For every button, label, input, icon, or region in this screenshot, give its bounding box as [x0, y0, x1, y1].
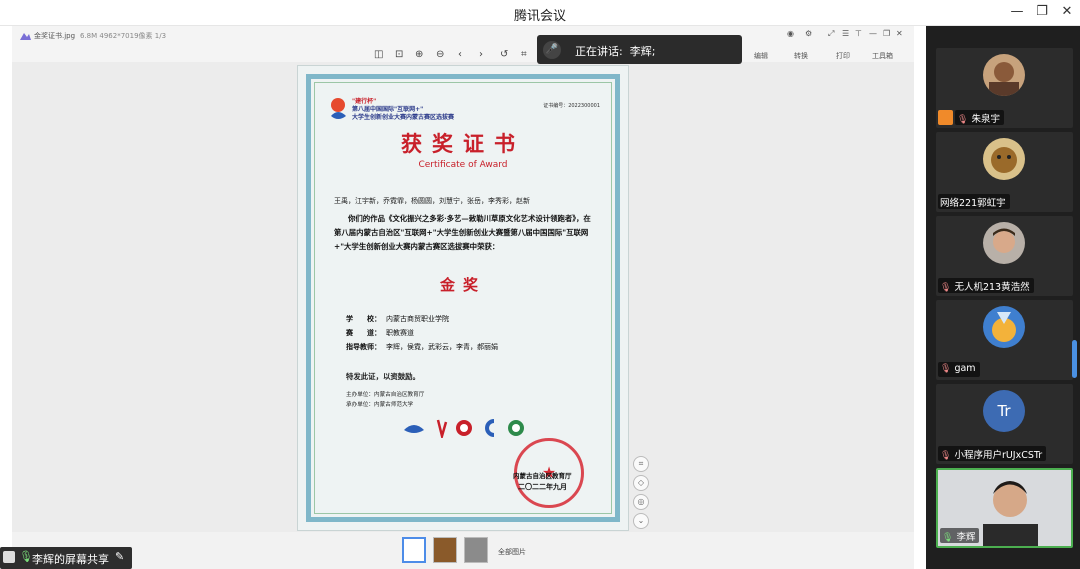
- microphone-icon: 🎤: [543, 41, 561, 59]
- prev-icon[interactable]: ‹: [458, 49, 462, 60]
- participant-tile[interactable]: 网络221郭虹宇: [936, 132, 1073, 212]
- participant-name: 🎙 gam: [938, 362, 980, 377]
- winner-names: 王禹，江宇新，乔霓霏，杨圆圆，刘慧宁，张岳，李秀彩，赵新: [334, 197, 530, 205]
- organizer-org: 承办单位：内蒙古师范大学: [346, 402, 414, 408]
- annotate-pen-icon[interactable]: ✎: [115, 550, 124, 563]
- avatar: [983, 138, 1025, 180]
- fullscreen-icon[interactable]: ⤢: [828, 29, 834, 39]
- eye-icon[interactable]: ◎: [633, 494, 649, 510]
- active-mic-icon: 🎙: [942, 533, 954, 543]
- sponsor-logos: [404, 419, 524, 438]
- rotate-icon[interactable]: ↺: [500, 49, 508, 60]
- title-bar: 腾讯会议 — ❐ ✕: [0, 0, 1080, 26]
- certificate-title-en: Certificate of Award: [418, 160, 508, 170]
- thumbnail-1[interactable]: [402, 537, 426, 563]
- participant-name: 🎙 李辉: [940, 528, 980, 543]
- muted-mic-icon: 🎙: [940, 451, 952, 461]
- participant-name: 🎙 小程序用户rUJxCSTr: [938, 446, 1047, 461]
- school-row: 学 校： 内蒙古商贸职业学院: [346, 314, 449, 323]
- file-name: 金奖证书.jpg: [34, 32, 76, 40]
- certificate-serial: 证书编号：2022300001: [543, 103, 600, 109]
- thumbnail-strip: 全部图片: [12, 532, 914, 569]
- scrollbar-thumb[interactable]: [1072, 340, 1077, 378]
- screen-share-owner: 李辉的屏幕共享: [32, 553, 109, 566]
- competition-name: "建行杯" 第八届中国国际"互联网+" 大学生创新创业大赛内蒙古赛区选拔赛: [352, 98, 455, 121]
- window-title: 腾讯会议: [513, 9, 566, 24]
- certify-text: 特发此证，以资鼓励。: [346, 372, 420, 381]
- advisor-row: 指导教师： 李辉，侯霓，武彩云，李青，郝丽娟: [346, 342, 498, 351]
- screen-icon: [3, 551, 15, 563]
- viewer-close-icon[interactable]: ✕: [896, 29, 903, 38]
- muted-mic-icon: 🎙: [957, 115, 969, 125]
- avatar-icon: ◉: [787, 29, 794, 38]
- competition-logo: [331, 98, 346, 119]
- speaking-label: 正在讲话: 李辉;: [575, 45, 656, 58]
- menu-icon[interactable]: ☰: [842, 29, 849, 38]
- participant-name: 🎙 朱泉宇: [955, 110, 1004, 125]
- print-button[interactable]: 打印: [836, 51, 850, 61]
- participant-panel: 🎙 朱泉宇 网络221郭虹宇 🎙 无人机213黄浩然 🎙 gam Tr 🎙 小程序用户r…: [926, 26, 1080, 569]
- muted-mic-icon: 🎙: [940, 283, 952, 293]
- award-level: 金奖: [439, 276, 486, 294]
- actual-size-icon[interactable]: ⊡: [395, 49, 403, 60]
- avatar: [983, 54, 1025, 96]
- certificate-content: "建行杯" 第八届中国国际"互联网+" 大学生创新创业大赛内蒙古赛区选拔赛 证书…: [318, 86, 608, 510]
- next-icon[interactable]: ›: [479, 49, 483, 60]
- participant-tile[interactable]: Tr 🎙 小程序用户rUJxCSTr: [936, 384, 1073, 464]
- crop-icon[interactable]: ⌗: [521, 49, 527, 60]
- crop-tool-icon[interactable]: ⌗: [633, 456, 649, 472]
- avatar: [983, 222, 1025, 264]
- image-viewer-titlebar: 金奖证书.jpg 6.8M 4962*7019像素 1/3 ◉ ⚙ ⤢ ☰ ⊤ …: [12, 26, 914, 46]
- viewer-minimize-icon[interactable]: —: [869, 29, 877, 38]
- edit-button[interactable]: 编辑: [754, 51, 768, 61]
- file-meta: 6.8M 4962*7019像素 1/3: [80, 32, 167, 40]
- eraser-icon[interactable]: ◇: [633, 475, 649, 491]
- participant-tile[interactable]: 🎙 朱泉宇: [936, 48, 1073, 128]
- certificate-date: 二〇二二年九月: [518, 483, 567, 491]
- image-side-tools: ⌗ ◇ ◎ ⌄: [633, 456, 649, 532]
- certificate-image: "建行杯" 第八届中国国际"互联网+" 大学生创新创业大赛内蒙古赛区选拔赛 证书…: [297, 65, 629, 531]
- certificate-title: 获奖证书: [401, 131, 525, 156]
- microphone-icon: 🎙: [19, 550, 33, 563]
- toolbox-button[interactable]: 工具箱: [872, 51, 893, 61]
- participant-tile-active[interactable]: 🎙 李辉: [936, 468, 1073, 548]
- avatar-initials: Tr: [983, 390, 1025, 432]
- close-button[interactable]: ✕: [1058, 4, 1076, 19]
- zoom-in-icon[interactable]: ⊕: [415, 49, 423, 60]
- minimize-button[interactable]: —: [1008, 4, 1026, 19]
- convert-button[interactable]: 转换: [794, 51, 808, 61]
- image-app-icon: [20, 33, 31, 40]
- participant-name: 🎙 无人机213黄浩然: [938, 278, 1034, 293]
- all-images-link[interactable]: 全部图片: [498, 547, 526, 557]
- thumbnail-2[interactable]: [433, 537, 457, 563]
- screen-share-label[interactable]: 🎙 李辉的屏幕共享 ✎: [0, 547, 132, 569]
- muted-mic-icon: 🎙: [940, 364, 952, 374]
- host-badge-icon: [938, 110, 953, 125]
- restore-button[interactable]: ❐: [1033, 4, 1051, 19]
- host-org: 主办单位：内蒙古自治区教育厅: [346, 392, 425, 398]
- avatar: [983, 306, 1025, 348]
- seal-text: 内蒙古自治区教育厅: [513, 472, 572, 480]
- participant-tile[interactable]: 🎙 gam: [936, 300, 1073, 380]
- track-row: 赛 道： 职教赛道: [346, 328, 414, 337]
- participant-name: 网络221郭虹宇: [938, 194, 1010, 209]
- viewer-restore-icon[interactable]: ❐: [883, 29, 890, 38]
- pin-icon[interactable]: ⊤: [855, 29, 862, 38]
- chevron-down-icon[interactable]: ⌄: [633, 513, 649, 529]
- certificate-body: 你们的作品《文化振兴之多彩·多艺—敕勒川草原文化艺术设计领跑者》，在第八届内蒙古…: [334, 214, 591, 251]
- zoom-out-icon[interactable]: ⊖: [436, 49, 444, 60]
- thumbnail-3[interactable]: [464, 537, 488, 563]
- settings-icon[interactable]: ⚙: [805, 29, 812, 38]
- mouse-icon[interactable]: ◫: [374, 49, 383, 60]
- speaking-indicator: 🎤 正在讲话: 李辉;: [537, 35, 742, 64]
- participant-tile[interactable]: 🎙 无人机213黄浩然: [936, 216, 1073, 296]
